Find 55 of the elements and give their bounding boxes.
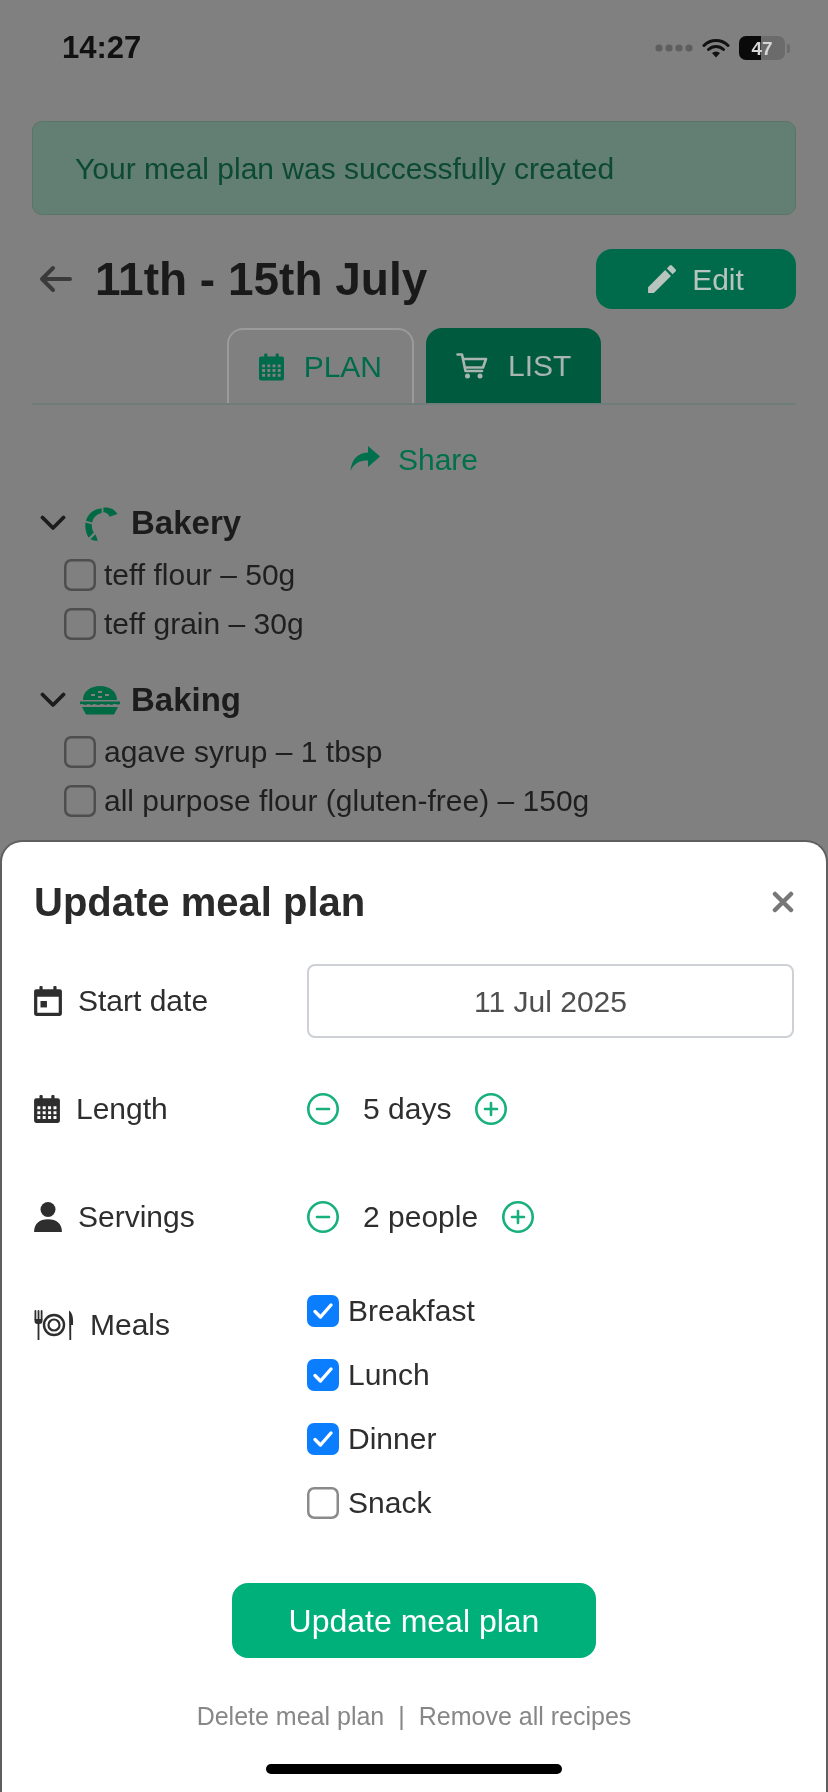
chevron-icon[interactable] — [40, 515, 66, 531]
calendar-icon — [258, 352, 284, 381]
sheet-title: Update meal plan — [34, 879, 366, 926]
pie-icon — [80, 685, 120, 715]
minus-circle-icon[interactable] — [307, 1093, 339, 1125]
checkbox[interactable] — [307, 1423, 339, 1455]
shopping-cart-icon — [456, 351, 488, 380]
status-time: 14:27 — [62, 30, 142, 66]
calendar-icon — [34, 986, 62, 1016]
croissant-icon — [82, 505, 118, 541]
field-label: Start date — [78, 983, 209, 1019]
category-heading: Bakery — [131, 503, 242, 543]
meal-option-label: Breakfast — [348, 1293, 475, 1329]
meal-option-label: Dinner — [348, 1421, 437, 1457]
share-arrow-icon — [349, 446, 380, 472]
tab[interactable]: LIST — [426, 328, 602, 403]
category-heading: Baking — [131, 680, 242, 720]
close-icon[interactable] — [772, 891, 794, 913]
edit-button[interactable]: Edit — [596, 249, 796, 309]
checkbox[interactable] — [64, 607, 96, 640]
list-item-label: agave syrup – 1 tbsp — [104, 733, 383, 770]
calendar-icon — [34, 1095, 60, 1123]
checkbox[interactable] — [307, 1359, 339, 1391]
date-input-field[interactable]: 11 Jul 2025 — [307, 964, 794, 1038]
minus-circle-icon[interactable] — [307, 1201, 339, 1233]
field-label: Meals — [90, 1307, 171, 1343]
field-label: Servings — [78, 1199, 195, 1235]
footer-link[interactable]: Delete meal plan — [196, 1700, 385, 1732]
checkbox[interactable] — [64, 558, 96, 591]
success-alert: Your meal plan was successfully created — [32, 121, 796, 215]
link-separator: | — [398, 1701, 405, 1732]
meal-option-label: Lunch — [348, 1357, 430, 1393]
plus-circle-icon[interactable] — [502, 1201, 535, 1233]
checkbox[interactable] — [307, 1487, 339, 1519]
submit-button[interactable]: Update meal plan — [232, 1583, 596, 1658]
field-label: Length — [76, 1091, 168, 1127]
list-item-label: teff flour – 50g — [104, 556, 296, 593]
page-title: 11th - 15th July — [95, 252, 428, 306]
checkbox[interactable] — [307, 1295, 339, 1327]
list-item-label: teff grain – 30g — [104, 605, 304, 642]
back-arrow-icon[interactable] — [38, 265, 72, 293]
pencil-icon — [648, 265, 677, 293]
stepper-value: 2 people — [363, 1199, 479, 1235]
stepper-value: 5 days — [363, 1091, 452, 1127]
cellular-signal-icon — [655, 44, 693, 52]
chevron-icon[interactable] — [40, 692, 66, 708]
list-item-label: all purpose flour (gluten-free) – 150g — [104, 782, 590, 819]
utensils-plate-icon — [34, 1310, 74, 1340]
meal-option-label: Snack — [348, 1485, 432, 1521]
checkbox[interactable] — [64, 735, 96, 768]
plus-circle-icon[interactable] — [475, 1093, 508, 1125]
footer-link[interactable]: Remove all recipes — [418, 1700, 632, 1732]
checkbox[interactable] — [64, 784, 96, 817]
wifi-icon — [702, 38, 730, 58]
person-icon — [34, 1202, 62, 1232]
